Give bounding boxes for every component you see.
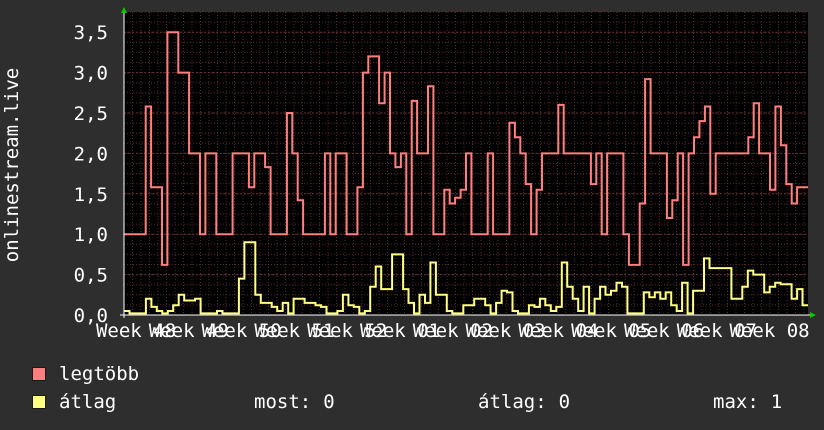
stat-most-label: most:: [254, 391, 312, 413]
y-axis-arrow-icon: [121, 7, 127, 13]
stat-max-label: max:: [713, 391, 759, 413]
y-tick-label: 1,0: [74, 224, 108, 246]
y-tick-label: 3,5: [74, 22, 108, 44]
stat-max: max: 1: [713, 392, 782, 412]
legend-swatch: [32, 395, 46, 409]
legend-label: átlag: [59, 391, 117, 413]
stat-atlag: átlag: 0: [478, 392, 570, 412]
y-tick-label: 3,0: [74, 63, 108, 85]
x-ticks: Week 48Week 49Week 50Week 51Week 52Week …: [96, 320, 810, 342]
x-tick-label: Week 08: [730, 320, 810, 342]
legend-label: legtöbb: [59, 363, 140, 385]
x-axis-arrow-icon: [810, 312, 816, 318]
y-tick-label: 2,5: [74, 103, 108, 125]
y-tick-label: 1,5: [74, 184, 108, 206]
y-tick-label: 2,0: [74, 143, 108, 165]
stat-atlag-label: átlag:: [478, 391, 547, 413]
stat-atlag-value: 0: [558, 391, 571, 413]
stat-max-value: 1: [770, 391, 783, 413]
y-axis-label: onlinestream.live: [1, 68, 23, 262]
stat-most: most: 0: [254, 392, 335, 412]
y-tick-label: 0,5: [74, 265, 108, 287]
legend-swatch: [32, 367, 46, 381]
stat-most-value: 0: [323, 391, 335, 413]
y-ticks: 0,00,51,01,52,02,53,03,5: [74, 22, 108, 327]
